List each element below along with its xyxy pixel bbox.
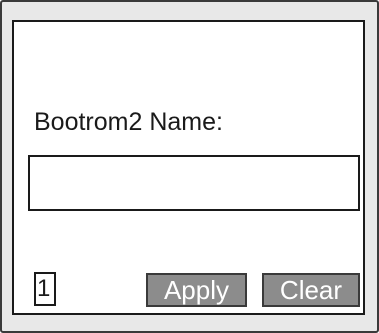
screen-panel: Bootrom2 Name: 1 Apply Clear	[12, 20, 365, 315]
bootrom2-name-label: Bootrom2 Name:	[34, 108, 223, 136]
clear-button[interactable]: Clear	[262, 273, 360, 307]
device-frame: Bootrom2 Name: 1 Apply Clear	[0, 0, 379, 333]
apply-button[interactable]: Apply	[146, 273, 247, 307]
bootrom2-name-input[interactable]	[28, 155, 360, 211]
page-indicator: 1	[34, 272, 56, 306]
